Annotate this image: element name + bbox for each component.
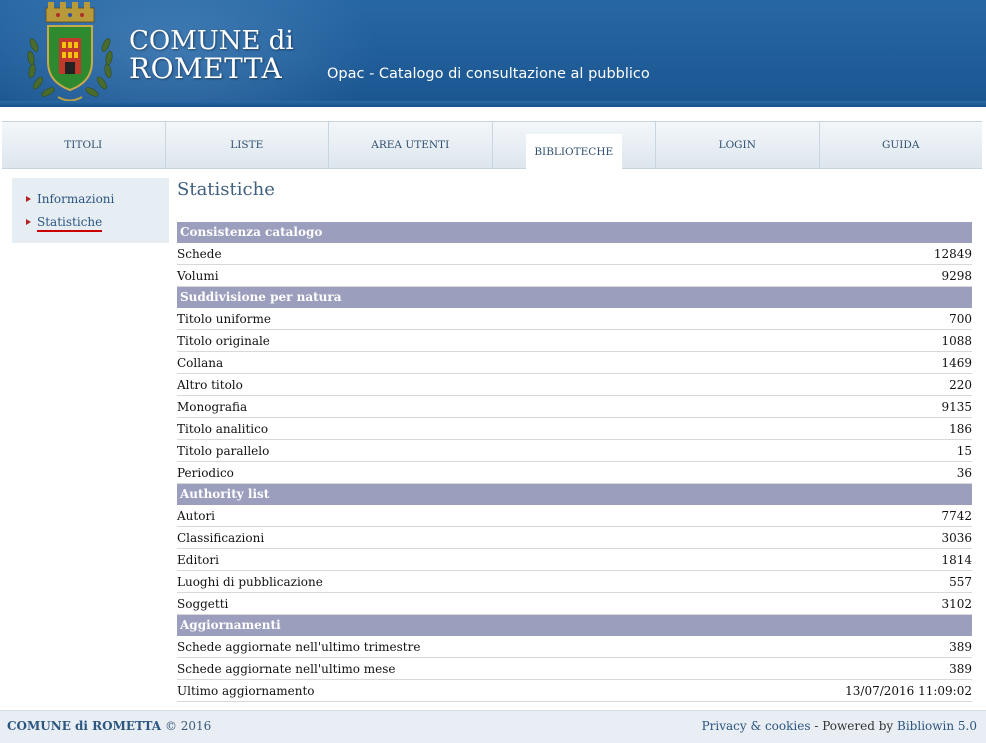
nav-login[interactable]: LOGIN <box>656 122 820 168</box>
privacy-link[interactable]: Privacy & cookies <box>702 719 811 733</box>
table-row: Collana 1469 <box>177 352 972 374</box>
page-title: Statistiche <box>177 179 275 200</box>
row-label: Autori <box>177 508 216 523</box>
row-label: Titolo parallelo <box>177 443 270 458</box>
table-row: Schede aggiornate nell'ultimo trimestre 3… <box>177 636 972 658</box>
row-label: Periodico <box>177 465 234 480</box>
row-value: 700 <box>949 311 972 326</box>
row-value: 12849 <box>933 246 972 261</box>
sidebar-item-statistiche[interactable]: Statistiche <box>26 215 103 232</box>
sidebar-item-label: Statistiche <box>37 215 103 232</box>
nav-biblioteche[interactable]: BIBLIOTECHE <box>493 122 656 169</box>
nav-label: GUIDA <box>882 139 920 151</box>
row-value: 186 <box>949 421 972 436</box>
nav-label: BIBLIOTECHE <box>534 145 614 158</box>
table-row: Titolo uniforme 700 <box>177 308 972 330</box>
nav-guida[interactable]: GUIDA <box>820 122 983 168</box>
row-value: 557 <box>949 574 972 589</box>
table-row: Schede aggiornate nell'ultimo mese 389 <box>177 658 972 680</box>
nav-label: TITOLI <box>64 139 103 151</box>
row-value: 9298 <box>941 268 972 283</box>
footer-copyright-year: © 2016 <box>164 719 212 733</box>
site-footer: COMUNE di ROMETTA © 2016 Privacy & cooki… <box>0 710 986 743</box>
sidebar-item-label: Informazioni <box>37 192 115 206</box>
row-label: Titolo uniforme <box>177 311 271 326</box>
table-row: Monografia 9135 <box>177 396 972 418</box>
row-label: Editori <box>177 552 219 567</box>
nav-label: LISTE <box>230 139 264 151</box>
site-title-line2: ROMETTA <box>129 52 283 85</box>
site-subtitle: Opac - Catalogo di consultazione al pubb… <box>327 66 650 82</box>
row-value: 9135 <box>941 399 972 414</box>
section-header: Authority list <box>177 484 972 505</box>
footer-copyright: COMUNE di ROMETTA © 2016 <box>7 719 211 733</box>
row-value: 36 <box>956 465 972 480</box>
footer-site-name: COMUNE di ROMETTA <box>7 719 162 733</box>
row-value: 1814 <box>941 552 972 567</box>
row-label: Collana <box>177 355 224 370</box>
row-value: 13/07/2016 11:09:02 <box>845 683 972 698</box>
footer-links: Privacy & cookies - Powered by Bibliowin… <box>702 719 977 733</box>
row-label: Volumi <box>177 268 219 283</box>
row-value: 1088 <box>941 333 972 348</box>
site-header: COMUNE di ROMETTA Opac - Catalogo di con… <box>0 0 986 107</box>
row-value: 7742 <box>941 508 972 523</box>
nav-area-utenti[interactable]: AREA UTENTI <box>329 122 493 168</box>
row-value: 1469 <box>941 355 972 370</box>
main-nav: TITOLI LISTE AREA UTENTI BIBLIOTECHE LOG… <box>2 121 982 169</box>
sidebar-item-informazioni[interactable]: Informazioni <box>26 192 114 206</box>
powered-by-text: - Powered by <box>814 719 894 733</box>
row-label: Schede <box>177 246 222 261</box>
row-label: Soggetti <box>177 596 229 611</box>
table-row: Classificazioni 3036 <box>177 527 972 549</box>
sidebar: Informazioni Statistiche <box>12 178 169 243</box>
row-label: Titolo analitico <box>177 421 269 436</box>
row-label: Schede aggiornate nell'ultimo mese <box>177 661 396 676</box>
section-header: Suddivisione per natura <box>177 287 972 308</box>
row-value: 389 <box>949 639 972 654</box>
nav-titoli[interactable]: TITOLI <box>2 122 166 168</box>
row-label: Monografia <box>177 399 248 414</box>
row-value: 15 <box>956 443 972 458</box>
table-row: Autori 7742 <box>177 505 972 527</box>
table-row: Editori 1814 <box>177 549 972 571</box>
row-label: Altro titolo <box>177 377 243 392</box>
active-tab[interactable]: BIBLIOTECHE <box>525 134 622 169</box>
bullet-icon <box>26 219 31 225</box>
site-title-line1: COMUNE di <box>129 26 294 56</box>
section-header: Aggiornamenti <box>177 615 972 636</box>
row-value: 220 <box>949 377 972 392</box>
row-value: 3036 <box>941 530 972 545</box>
nav-label: LOGIN <box>718 139 756 151</box>
table-row: Ultimo aggiornamento 13/07/2016 11:09:02 <box>177 680 972 702</box>
row-label: Classificazioni <box>177 530 265 545</box>
statistics-table: Consistenza catalogo Schede 12849 Volumi 9… <box>177 222 972 702</box>
table-row: Soggetti 3102 <box>177 593 972 615</box>
site-title: COMUNE di ROMETTA <box>129 27 294 83</box>
row-label: Schede aggiornate nell'ultimo trimestre <box>177 639 421 654</box>
table-row: Volumi 9298 <box>177 265 972 287</box>
table-row: Schede 12849 <box>177 243 972 265</box>
table-row: Titolo analitico 186 <box>177 418 972 440</box>
row-value: 3102 <box>941 596 972 611</box>
table-row: Luoghi di pubblicazione 557 <box>177 571 972 593</box>
row-label: Titolo originale <box>177 333 270 348</box>
row-label: Luoghi di pubblicazione <box>177 574 323 589</box>
bibliowin-link[interactable]: Bibliowin 5.0 <box>897 719 977 733</box>
table-row: Periodico 36 <box>177 462 972 484</box>
table-row: Titolo originale 1088 <box>177 330 972 352</box>
row-label: Ultimo aggiornamento <box>177 683 315 698</box>
nav-label: AREA UTENTI <box>371 139 450 151</box>
nav-liste[interactable]: LISTE <box>166 122 329 168</box>
table-row: Titolo parallelo 15 <box>177 440 972 462</box>
table-row: Altro titolo 220 <box>177 374 972 396</box>
section-header: Consistenza catalogo <box>177 222 972 243</box>
coat-of-arms-icon <box>27 2 113 102</box>
row-value: 389 <box>949 661 972 676</box>
bullet-icon <box>26 196 31 202</box>
